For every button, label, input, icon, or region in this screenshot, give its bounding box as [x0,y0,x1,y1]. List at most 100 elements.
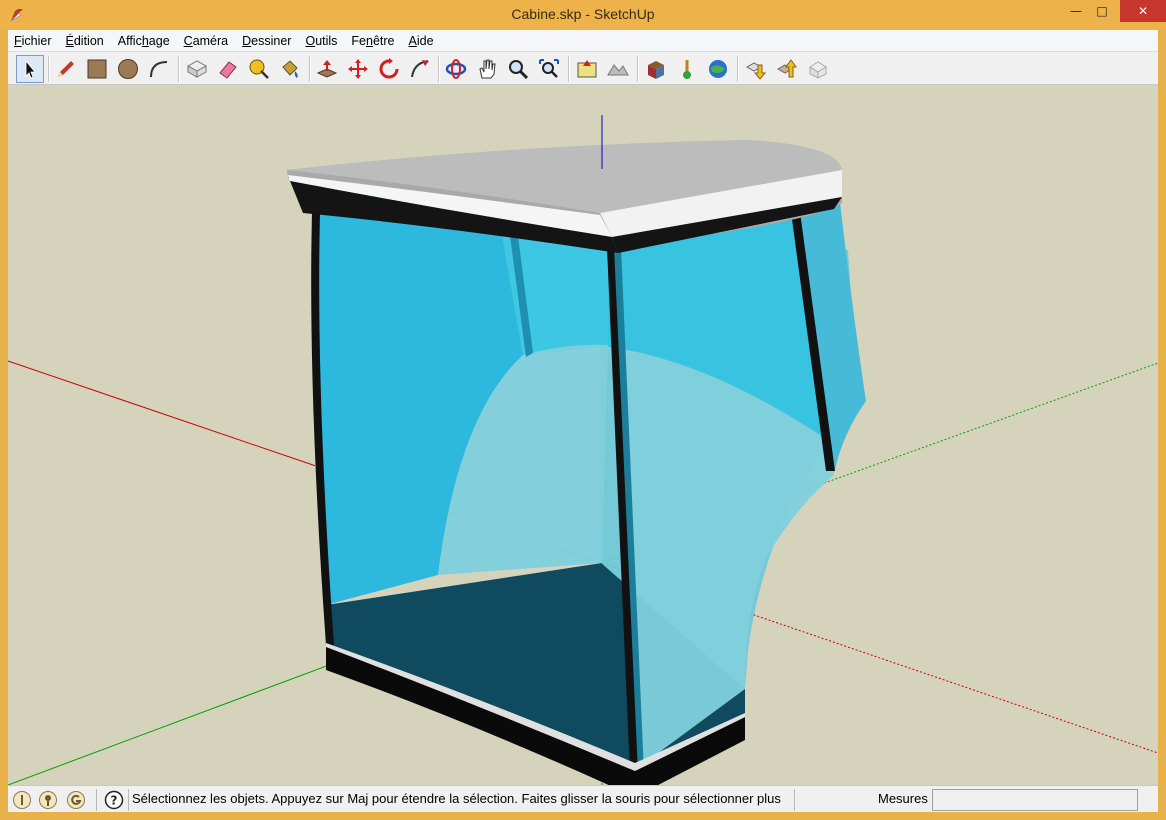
share-model-icon [776,59,797,78]
menu-item-label: Fe [351,33,367,48]
pencil-tool-button[interactable] [52,55,80,83]
paint-bucket-icon [282,60,298,78]
measures-label: Mesures [878,791,928,806]
menu-item-label: être [372,33,395,48]
toolbar-separator [178,56,180,82]
share-component-tool-button[interactable] [773,55,801,83]
main-toolbar [8,51,1158,85]
menu-item[interactable]: Édition [66,34,104,48]
menu-item-label: essiner [251,33,292,48]
help-icon[interactable]: ? [104,790,124,810]
circle-tool-button[interactable] [114,55,142,83]
status-divider [96,789,97,811]
geo-location-icon[interactable] [12,790,32,810]
model-canvas[interactable] [8,85,1158,785]
rotate-tool-button[interactable] [375,55,403,83]
menu-item[interactable]: Fichier [14,34,52,48]
rotate-icon [379,58,399,79]
terrain-icon [607,64,629,76]
toolbar-separator [309,56,311,82]
menu-item-label: ide [416,33,434,48]
share-model-tool-button[interactable] [742,55,770,83]
menu-item[interactable]: Fenêtre [351,34,394,48]
menu-bar: Fichier Édition Affichage Caméra Dessiner Out… [8,30,1158,51]
close-button[interactable]: ✕ [1120,0,1166,22]
minimize-button[interactable]: — [1062,0,1090,22]
move-arrows-icon [348,59,368,79]
toggle-terrain-tool-button[interactable] [604,55,632,83]
status-divider [794,789,795,811]
select-arrow-icon [25,59,36,79]
menu-item-label: améra [192,33,229,48]
menu-item-accelerator: h [141,33,149,48]
toolbar-separator [568,56,570,82]
tape-measure-icon [249,59,269,79]
paint-bucket-tool-button[interactable] [276,55,304,83]
menu-item-accelerator: n [366,33,373,48]
model-viewport[interactable] [8,85,1158,785]
maximize-icon: □ [1096,4,1108,18]
svg-text:?: ? [111,794,118,808]
get-models-icon [745,62,767,80]
preview-google-earth-tool-button[interactable] [673,55,701,83]
window-title: Cabine.skp - SketchUp [511,6,655,22]
extension-warehouse-tool-button[interactable] [804,55,832,83]
google-earth-icon [709,60,727,78]
menu-item[interactable]: Affichage [118,34,170,48]
toolbar-separator [737,56,739,82]
zoom-magnifier-icon [509,60,529,80]
toolbar-separator [48,56,50,82]
orbit-icon [445,59,467,79]
place-model-icon [683,60,691,79]
move-tool-button[interactable] [344,55,372,83]
maximize-button[interactable]: □ [1090,0,1114,22]
eraser-icon [219,61,237,79]
google-sign-in-icon[interactable] [66,790,86,810]
arc-icon [150,61,168,78]
menu-item-accelerator: D [242,33,252,48]
orbit-tool-button[interactable] [442,55,470,83]
add-location-icon [577,60,597,78]
rectangle-tool-button[interactable] [83,55,111,83]
menu-item[interactable]: Outils [305,34,337,48]
add-location-tool-button[interactable] [573,55,601,83]
measures-input[interactable] [932,789,1138,811]
menu-item[interactable]: Aide [409,34,434,48]
menu-item-accelerator: É [65,33,74,48]
menu-item-label: ichier [21,33,52,48]
menu-item[interactable]: Dessiner [242,34,291,48]
get-models-tool-button[interactable] [704,55,732,83]
select-tool-button[interactable] [16,55,44,83]
credits-icon[interactable] [38,790,58,810]
make-component-tool-button[interactable] [183,55,211,83]
pan-tool-button[interactable] [473,55,501,83]
arc-tool-button[interactable] [145,55,173,83]
component-icon [186,60,208,78]
push-pull-icon [316,60,338,78]
push-pull-tool-button[interactable] [313,55,341,83]
menu-item[interactable]: Caméra [184,34,228,48]
menu-item-accelerator: O [305,33,316,48]
rectangle-icon [87,59,107,79]
zoom-extents-tool-button[interactable] [535,55,563,83]
follow-me-tool-button[interactable] [406,55,434,83]
menu-item-label: Affic [117,33,142,48]
zoom-tool-button[interactable] [504,55,532,83]
status-message: Sélectionnez les objets. Appuyez sur Maj… [132,791,781,806]
eraser-tool-button[interactable] [214,55,242,83]
client-area: Fichier Édition Affichage Caméra Dessiner Out… [8,30,1158,812]
menu-item-accelerator: A [408,33,417,48]
photo-textures-tool-button[interactable] [642,55,670,83]
photo-textures-icon [648,61,664,79]
title-bar[interactable]: Cabine.skp - SketchUp — □ ✕ [0,0,1166,30]
toolbar-separator [438,56,440,82]
status-divider [128,789,129,811]
minimize-icon: — [1070,4,1082,18]
pan-hand-icon [479,59,496,79]
menu-item-accelerator: F [14,33,22,48]
menu-item-label: dition [73,33,104,48]
menu-item-accelerator: C [183,33,193,48]
tape-measure-tool-button[interactable] [245,55,273,83]
follow-me-icon [411,60,429,78]
circle-icon [118,59,138,79]
